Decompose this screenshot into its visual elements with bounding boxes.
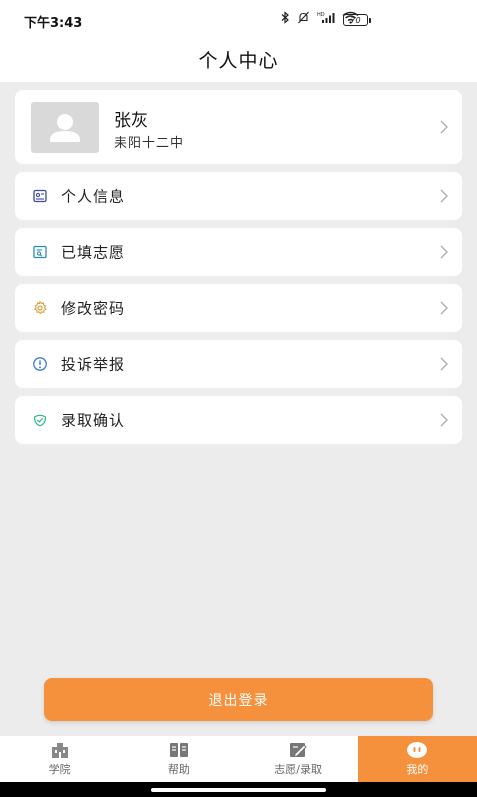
chevron-right-icon xyxy=(440,413,448,427)
bluetooth-icon xyxy=(281,11,289,24)
tab-application-admission[interactable]: 志愿/录取 xyxy=(239,736,358,782)
user-placeholder-icon xyxy=(50,114,80,142)
tab-label: 我的 xyxy=(406,763,429,776)
college-icon xyxy=(51,743,68,758)
avatar xyxy=(31,102,99,153)
chevron-right-icon xyxy=(440,120,448,134)
top-area: 下午3:43 HD 70 个人中心 xyxy=(0,0,477,82)
id-card-icon xyxy=(33,189,47,203)
chevron-right-icon xyxy=(440,357,448,371)
tab-mine[interactable]: 我的 xyxy=(357,736,477,782)
chevron-right-icon xyxy=(440,301,448,315)
battery-level: 70 xyxy=(343,14,368,26)
logout-button[interactable]: 退出登录 xyxy=(44,678,433,721)
menu-item-label: 个人信息 xyxy=(61,187,126,206)
home-indicator[interactable] xyxy=(151,788,326,792)
tab-label: 志愿/录取 xyxy=(274,763,322,776)
form-search-icon xyxy=(33,245,47,259)
tab-college[interactable]: 学院 xyxy=(0,736,119,782)
check-shield-icon xyxy=(33,414,47,427)
status-time: 下午3:43 xyxy=(24,16,83,31)
bottom-tab-bar: 学院 帮助 志愿/录取 我的 xyxy=(0,736,477,782)
status-bar: 下午3:43 HD 70 xyxy=(0,0,477,40)
battery-indicator: 70 xyxy=(343,14,371,26)
tab-help[interactable]: 帮助 xyxy=(119,736,238,782)
tab-label: 学院 xyxy=(48,763,71,776)
svg-text:HD: HD xyxy=(317,12,325,18)
chevron-right-icon xyxy=(440,189,448,203)
tab-label: 帮助 xyxy=(167,763,190,776)
menu-item-label: 已填志愿 xyxy=(61,243,126,262)
gear-icon xyxy=(34,300,47,315)
menu-item-label: 投诉举报 xyxy=(61,355,126,374)
menu-item-change-password[interactable]: 修改密码 xyxy=(15,284,462,332)
menu-item-submitted-choices[interactable]: 已填志愿 xyxy=(15,228,462,276)
page-title: 个人中心 xyxy=(198,50,279,72)
profile-name: 张灰 xyxy=(114,111,148,131)
menu-item-label: 录取确认 xyxy=(61,411,126,430)
chevron-right-icon xyxy=(440,245,448,259)
signal-icon: HD xyxy=(317,12,335,23)
profile-card[interactable]: 张灰 耒阳十二中 xyxy=(15,90,462,164)
book-icon xyxy=(169,743,188,757)
edit-icon xyxy=(290,743,307,758)
menu-item-admission-confirm[interactable]: 录取确认 xyxy=(15,396,462,444)
mute-bell-icon xyxy=(298,11,309,24)
profile-face-icon xyxy=(407,742,428,758)
menu-item-complaint-report[interactable]: 投诉举报 xyxy=(15,340,462,388)
menu-item-label: 修改密码 xyxy=(61,299,126,318)
alert-circle-icon xyxy=(33,357,47,371)
profile-school: 耒阳十二中 xyxy=(114,136,185,151)
battery-tip xyxy=(369,17,371,23)
menu-item-personal-info[interactable]: 个人信息 xyxy=(15,172,462,220)
